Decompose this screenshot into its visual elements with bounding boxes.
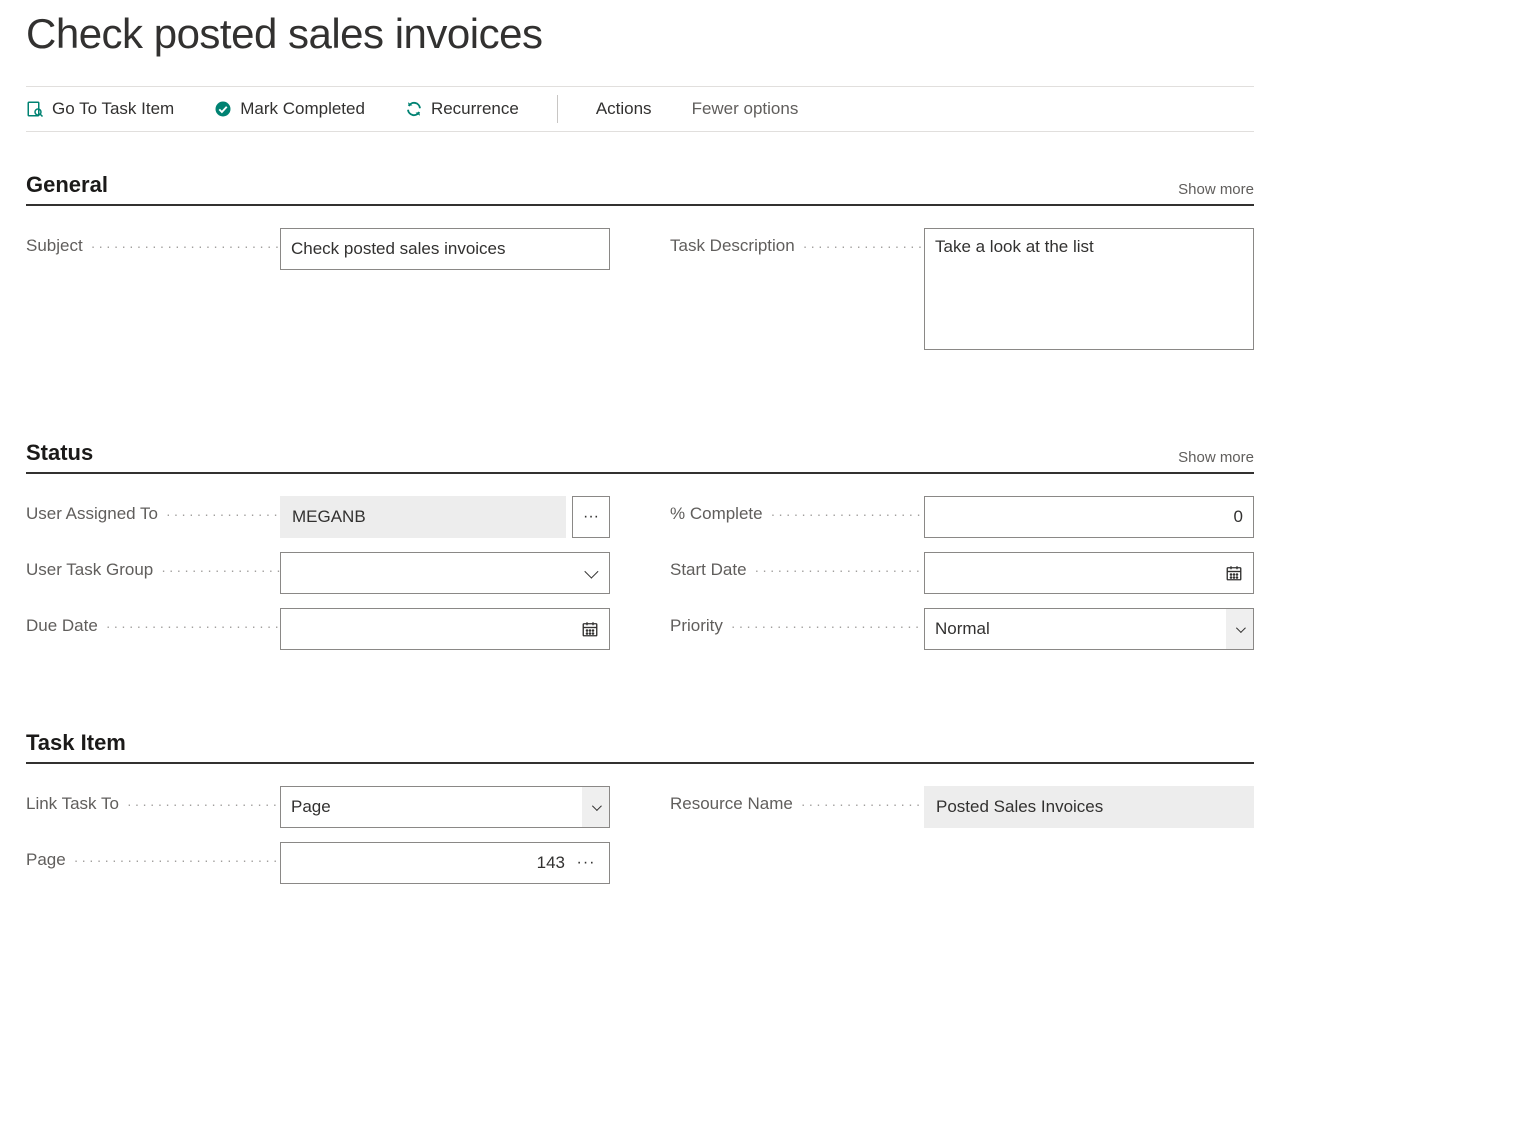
page-input[interactable] <box>280 842 610 884</box>
recurrence-label: Recurrence <box>431 99 519 119</box>
chevron-down-icon <box>592 801 602 811</box>
mark-completed-label: Mark Completed <box>240 99 365 119</box>
actions-label: Actions <box>596 99 652 119</box>
fewer-options-button[interactable]: Fewer options <box>672 87 819 131</box>
section-task-item-title: Task Item <box>26 730 126 756</box>
section-task-item: Task Item Link Task To Page <box>26 730 1254 884</box>
user-assigned-label: User Assigned To <box>26 496 280 524</box>
subject-input[interactable] <box>280 228 610 270</box>
toolbar: Go To Task Item Mark Completed Recurre <box>26 86 1254 132</box>
priority-select[interactable]: Normal <box>924 608 1226 650</box>
user-assigned-input[interactable] <box>280 496 566 538</box>
toolbar-divider <box>557 95 558 123</box>
ellipsis-icon: ··· <box>583 508 599 526</box>
fewer-options-label: Fewer options <box>692 99 799 119</box>
go-to-task-item-label: Go To Task Item <box>52 99 174 119</box>
percent-complete-label: % Complete <box>670 496 924 524</box>
section-general: General Show more Subject Task Descripti… <box>26 172 1254 350</box>
calendar-icon <box>1225 564 1243 582</box>
user-task-group-label: User Task Group <box>26 552 280 580</box>
due-date-input[interactable] <box>280 608 610 650</box>
chevron-down-icon <box>1236 623 1246 633</box>
link-task-to-label: Link Task To <box>26 786 280 814</box>
user-task-group-input[interactable] <box>280 552 610 594</box>
resource-name-input[interactable] <box>924 786 1254 828</box>
due-date-label: Due Date <box>26 608 280 636</box>
page-lookup-button[interactable]: ··· <box>574 851 598 875</box>
calendar-icon <box>581 620 599 638</box>
search-page-icon <box>26 100 44 118</box>
resource-name-label: Resource Name <box>670 786 924 814</box>
user-task-group-dropdown-button[interactable] <box>578 561 602 585</box>
due-date-picker-button[interactable] <box>578 617 602 641</box>
start-date-input[interactable] <box>924 552 1254 594</box>
section-status-show-more[interactable]: Show more <box>1178 449 1254 466</box>
refresh-icon <box>405 100 423 118</box>
chevron-down-icon <box>584 565 598 579</box>
page-label: Page <box>26 842 280 870</box>
checkmark-circle-icon <box>214 100 232 118</box>
user-assigned-lookup-button[interactable]: ··· <box>572 496 610 538</box>
page-title: Check posted sales invoices <box>26 0 1254 86</box>
section-status: Status Show more User Assigned To ··· Us… <box>26 440 1254 650</box>
ellipsis-icon: ··· <box>577 854 596 872</box>
go-to-task-item-button[interactable]: Go To Task Item <box>26 87 194 131</box>
recurrence-button[interactable]: Recurrence <box>385 87 539 131</box>
section-status-title: Status <box>26 440 93 466</box>
actions-button[interactable]: Actions <box>576 87 672 131</box>
task-description-label: Task Description <box>670 228 924 256</box>
task-description-input[interactable] <box>924 228 1254 350</box>
subject-label: Subject <box>26 228 280 256</box>
link-task-to-dropdown-button[interactable] <box>582 786 610 828</box>
start-date-picker-button[interactable] <box>1222 561 1246 585</box>
mark-completed-button[interactable]: Mark Completed <box>194 87 385 131</box>
start-date-label: Start Date <box>670 552 924 580</box>
priority-label: Priority <box>670 608 924 636</box>
priority-dropdown-button[interactable] <box>1226 608 1254 650</box>
percent-complete-input[interactable] <box>924 496 1254 538</box>
section-general-title: General <box>26 172 108 198</box>
link-task-to-select[interactable]: Page <box>280 786 582 828</box>
section-general-show-more[interactable]: Show more <box>1178 181 1254 198</box>
